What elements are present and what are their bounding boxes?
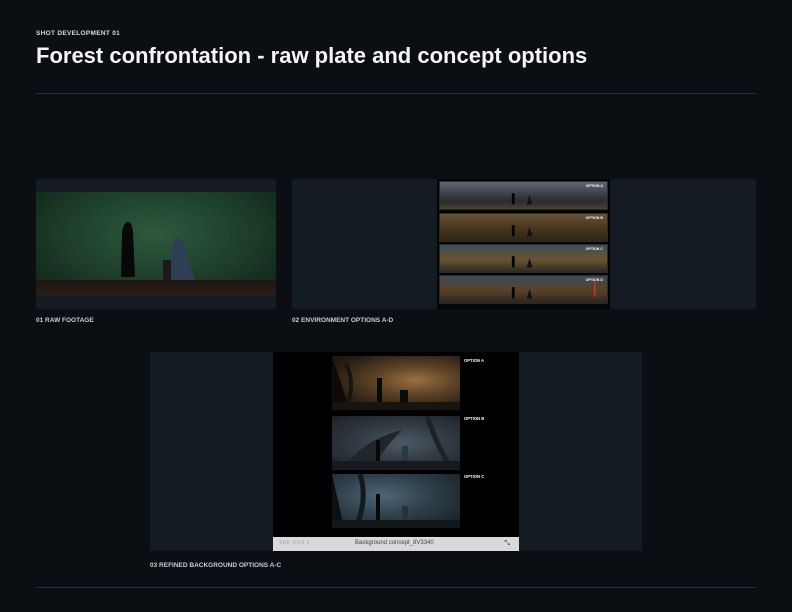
top-divider (36, 93, 756, 94)
raw-footage-figures (121, 222, 195, 280)
refined-option-a-figures (332, 356, 460, 410)
environment-options-panel[interactable]: OPTION A OPTION B OPTION C OPTION D (292, 179, 756, 309)
refined-background-caption: 03 REFINED BACKGROUND OPTIONS A-C (150, 562, 282, 569)
refined-option-label: OPTION B (464, 416, 485, 421)
expand-icon[interactable]: ⤡ (504, 540, 510, 548)
refined-background-panel[interactable]: OPTION A OPTION B OPTION C THE NUN 2 Bac… (150, 352, 642, 551)
environment-option-d[interactable]: OPTION D (439, 275, 608, 304)
environment-option-b-figures (511, 225, 533, 237)
refined-option-label: OPTION A (464, 358, 485, 363)
raw-footage-frame (36, 192, 276, 296)
bottom-divider (36, 587, 756, 588)
viewer-info-bar: THE NUN 2 Background concept_8V3340 ⤡ (273, 537, 519, 551)
refined-option-b-thumbnail[interactable] (332, 416, 460, 470)
environment-option-c-figures (511, 256, 533, 268)
refined-option-c-thumbnail[interactable] (332, 474, 460, 528)
page-title: Forest confrontation - raw plate and con… (36, 43, 588, 68)
refined-option-a-thumbnail[interactable] (332, 356, 460, 410)
environment-options-caption: 02 ENVIRONMENT OPTIONS A-D (292, 317, 394, 324)
page-eyebrow: SHOT DEVELOPMENT 01 (36, 30, 121, 37)
viewer-brand-logo: THE NUN 2 (279, 541, 310, 546)
environment-option-d-figures (511, 281, 596, 299)
viewer-filename: Background concept_8V3340 (355, 540, 434, 546)
environment-option-a[interactable]: OPTION A (439, 181, 608, 210)
raw-footage-panel[interactable] (36, 179, 276, 309)
refined-option-c-figures (332, 474, 460, 528)
refined-option-label: OPTION C (464, 474, 485, 479)
refined-option-b-figures (332, 416, 460, 470)
refined-background-sheet: OPTION A OPTION B OPTION C THE NUN 2 Bac… (273, 352, 519, 551)
environment-option-b[interactable]: OPTION B (439, 213, 608, 242)
environment-option-c[interactable]: OPTION C (439, 244, 608, 273)
environment-options-sheet: OPTION A OPTION B OPTION C OPTION D (437, 179, 610, 309)
raw-footage-caption: 01 RAW FOOTAGE (36, 317, 94, 324)
environment-option-a-figures (511, 193, 533, 205)
